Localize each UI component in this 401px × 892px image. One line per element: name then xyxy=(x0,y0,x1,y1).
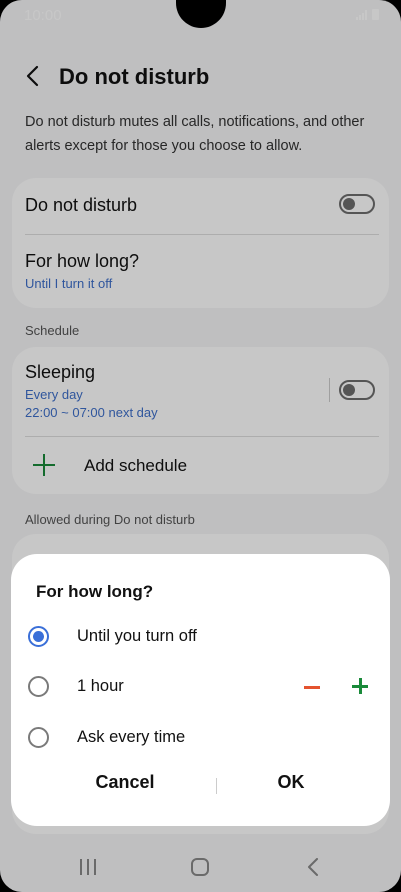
screen: 10:00 Do not disturb Do not disturb mute… xyxy=(0,0,401,892)
duration-dialog: For how long? Until you turn off 1 hour … xyxy=(11,554,390,826)
button-divider xyxy=(216,778,217,794)
option-until-turn-off[interactable]: Until you turn off xyxy=(11,617,390,657)
ok-button[interactable]: OK xyxy=(239,772,343,793)
option-ask-every-time[interactable]: Ask every time xyxy=(11,718,390,758)
dialog-title: For how long? xyxy=(36,582,154,601)
radio-button-selected[interactable] xyxy=(28,626,49,647)
option-label: 1 hour xyxy=(77,677,124,695)
decrease-hours-button[interactable] xyxy=(303,677,323,697)
option-1-hour[interactable]: 1 hour xyxy=(11,667,390,707)
option-label: Until you turn off xyxy=(77,627,197,645)
radio-button[interactable] xyxy=(28,676,49,697)
option-label: Ask every time xyxy=(77,728,186,746)
radio-button[interactable] xyxy=(28,727,49,748)
cancel-button[interactable]: Cancel xyxy=(73,772,177,793)
increase-hours-button[interactable] xyxy=(351,677,371,697)
